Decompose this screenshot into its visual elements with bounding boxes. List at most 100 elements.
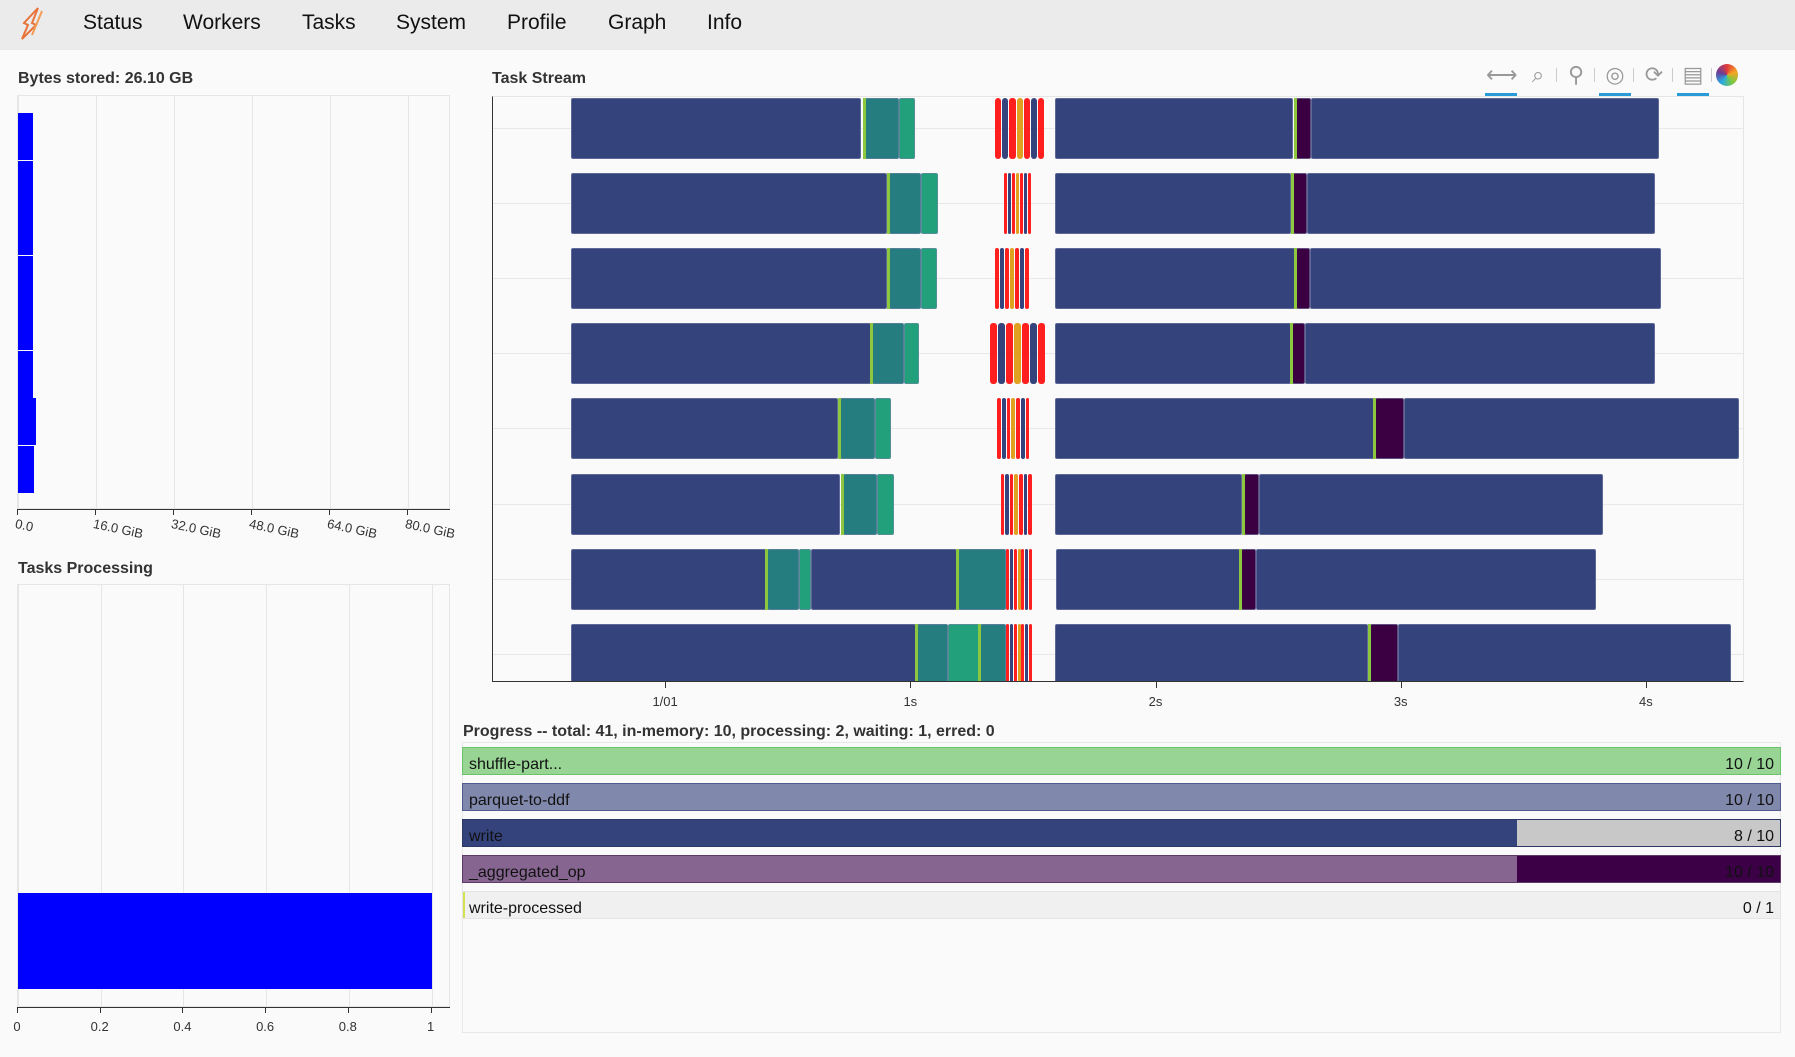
task-rect-read[interactable]: [1258, 473, 1604, 535]
task-rect-lime[interactable]: [1290, 173, 1294, 235]
task-rect-transfer[interactable]: [1038, 98, 1045, 159]
task-rect-transfer[interactable]: [1013, 623, 1017, 681]
task-rect-read[interactable]: [1054, 473, 1243, 535]
tasks-processing-chart[interactable]: [17, 584, 450, 1008]
task-rect-transfer[interactable]: [1017, 548, 1021, 610]
task-rect-transfer[interactable]: [1011, 398, 1016, 460]
task-rect-lime[interactable]: [914, 623, 918, 681]
progress-row[interactable]: parquet-to-ddf 10 / 10: [462, 783, 1781, 811]
task-rect-transfer[interactable]: [1021, 623, 1025, 681]
task-rect-transfer[interactable]: [1016, 398, 1020, 460]
task-rect-transfer[interactable]: [994, 98, 1002, 159]
task-rect-transfer[interactable]: [1000, 473, 1005, 535]
task-rect-lime[interactable]: [887, 248, 891, 310]
task-rect-transfer[interactable]: [1005, 248, 1010, 310]
task-rect-transfer[interactable]: [1010, 548, 1014, 610]
task-rect-shuffle2[interactable]: [874, 398, 891, 460]
task-rect-shuffle2[interactable]: [876, 473, 895, 535]
task-rect-agg[interactable]: [1375, 398, 1404, 460]
task-rect-transfer[interactable]: [997, 398, 1001, 460]
task-rect-shuffle2[interactable]: [903, 323, 920, 385]
task-rect-transfer[interactable]: [1023, 473, 1028, 535]
task-rect-transfer[interactable]: [1002, 98, 1009, 159]
task-rect-lime[interactable]: [1373, 398, 1377, 460]
task-rect-read[interactable]: [1054, 173, 1291, 235]
task-rect-agg[interactable]: [1296, 248, 1310, 310]
task-rect-transfer[interactable]: [1005, 473, 1009, 535]
nav-status[interactable]: Status: [83, 11, 143, 35]
task-rect-transfer[interactable]: [1006, 398, 1011, 460]
task-rect-lime[interactable]: [1239, 548, 1243, 610]
task-rect-transfer[interactable]: [1016, 98, 1023, 159]
task-rect-shuffle[interactable]: [916, 623, 949, 681]
task-rect-lime[interactable]: [838, 398, 842, 460]
task-rect-shuffle[interactable]: [889, 248, 922, 310]
task-rect-agg[interactable]: [1243, 473, 1259, 535]
wheel-zoom-plus-icon[interactable]: ◎: [1599, 60, 1631, 96]
wheel-zoom-icon[interactable]: ⚲: [1561, 60, 1591, 90]
task-rect-transfer[interactable]: [1015, 248, 1020, 310]
task-rect-transfer[interactable]: [1025, 398, 1030, 460]
task-rect-read[interactable]: [570, 173, 888, 235]
task-rect-transfer[interactable]: [1017, 623, 1021, 681]
task-rect-transfer[interactable]: [1028, 623, 1032, 681]
task-rect-lime[interactable]: [887, 173, 891, 235]
task-rect-lime[interactable]: [977, 623, 981, 681]
task-rect-shuffle2[interactable]: [948, 623, 980, 681]
nav-tasks[interactable]: Tasks: [302, 11, 356, 35]
task-rect-lime[interactable]: [1289, 323, 1293, 385]
task-rect-transfer[interactable]: [1004, 173, 1008, 235]
task-rect-transfer[interactable]: [1016, 173, 1019, 235]
task-rect-transfer[interactable]: [1009, 98, 1016, 159]
task-rect-read[interactable]: [1054, 323, 1291, 385]
task-rect-shuffle2[interactable]: [921, 173, 938, 235]
task-rect-shuffle[interactable]: [842, 473, 877, 535]
task-rect-read[interactable]: [570, 623, 916, 681]
task-rect-transfer[interactable]: [1013, 548, 1017, 610]
task-rect-read[interactable]: [1403, 398, 1739, 460]
task-rect-read[interactable]: [810, 548, 958, 610]
task-rect-lime[interactable]: [863, 98, 867, 159]
task-rect-transfer[interactable]: [1023, 173, 1027, 235]
task-rect-transfer[interactable]: [1000, 248, 1005, 310]
task-rect-read[interactable]: [1310, 248, 1661, 310]
task-stream-chart[interactable]: [492, 96, 1744, 682]
task-rect-read[interactable]: [570, 473, 841, 535]
task-rect-transfer[interactable]: [1010, 623, 1014, 681]
task-rect-read[interactable]: [1306, 173, 1655, 235]
task-rect-agg[interactable]: [1241, 548, 1257, 610]
task-rect-transfer[interactable]: [1010, 248, 1015, 310]
nav-profile[interactable]: Profile: [507, 11, 567, 35]
task-rect-transfer[interactable]: [1019, 173, 1023, 235]
task-rect-agg[interactable]: [1296, 98, 1312, 159]
task-rect-transfer[interactable]: [1025, 548, 1029, 610]
pan-icon[interactable]: ⟷: [1485, 60, 1518, 96]
task-rect-agg[interactable]: [1369, 623, 1399, 681]
task-rect-shuffle[interactable]: [889, 173, 922, 235]
processing-bar[interactable]: [18, 893, 432, 989]
task-rect-read[interactable]: [570, 323, 872, 385]
task-rect-transfer[interactable]: [1018, 473, 1023, 535]
worker-memory-bar[interactable]: [18, 350, 33, 398]
task-rect-lime[interactable]: [1294, 98, 1298, 159]
nav-info[interactable]: Info: [707, 11, 742, 35]
progress-row[interactable]: shuffle-part... 10 / 10: [462, 747, 1781, 775]
task-rect-transfer[interactable]: [1008, 173, 1012, 235]
worker-memory-bar[interactable]: [18, 160, 33, 208]
task-rect-agg[interactable]: [1292, 173, 1307, 235]
nav-workers[interactable]: Workers: [183, 11, 261, 35]
task-rect-read[interactable]: [1054, 248, 1296, 310]
task-rect-shuffle[interactable]: [872, 323, 904, 385]
task-rect-lime[interactable]: [1294, 248, 1298, 310]
bokeh-logo-icon[interactable]: [1716, 64, 1738, 86]
task-rect-read[interactable]: [1311, 98, 1660, 159]
progress-row[interactable]: _aggregated_op 10 / 10: [462, 855, 1781, 883]
task-rect-transfer[interactable]: [1021, 548, 1025, 610]
task-rect-shuffle2[interactable]: [899, 98, 915, 159]
task-rect-read[interactable]: [570, 98, 861, 159]
nav-graph[interactable]: Graph: [608, 11, 666, 35]
task-rect-lime[interactable]: [1367, 623, 1371, 681]
task-rect-transfer[interactable]: [1009, 473, 1014, 535]
box-zoom-icon[interactable]: ⌕: [1523, 60, 1553, 90]
task-rect-transfer[interactable]: [1038, 323, 1046, 385]
